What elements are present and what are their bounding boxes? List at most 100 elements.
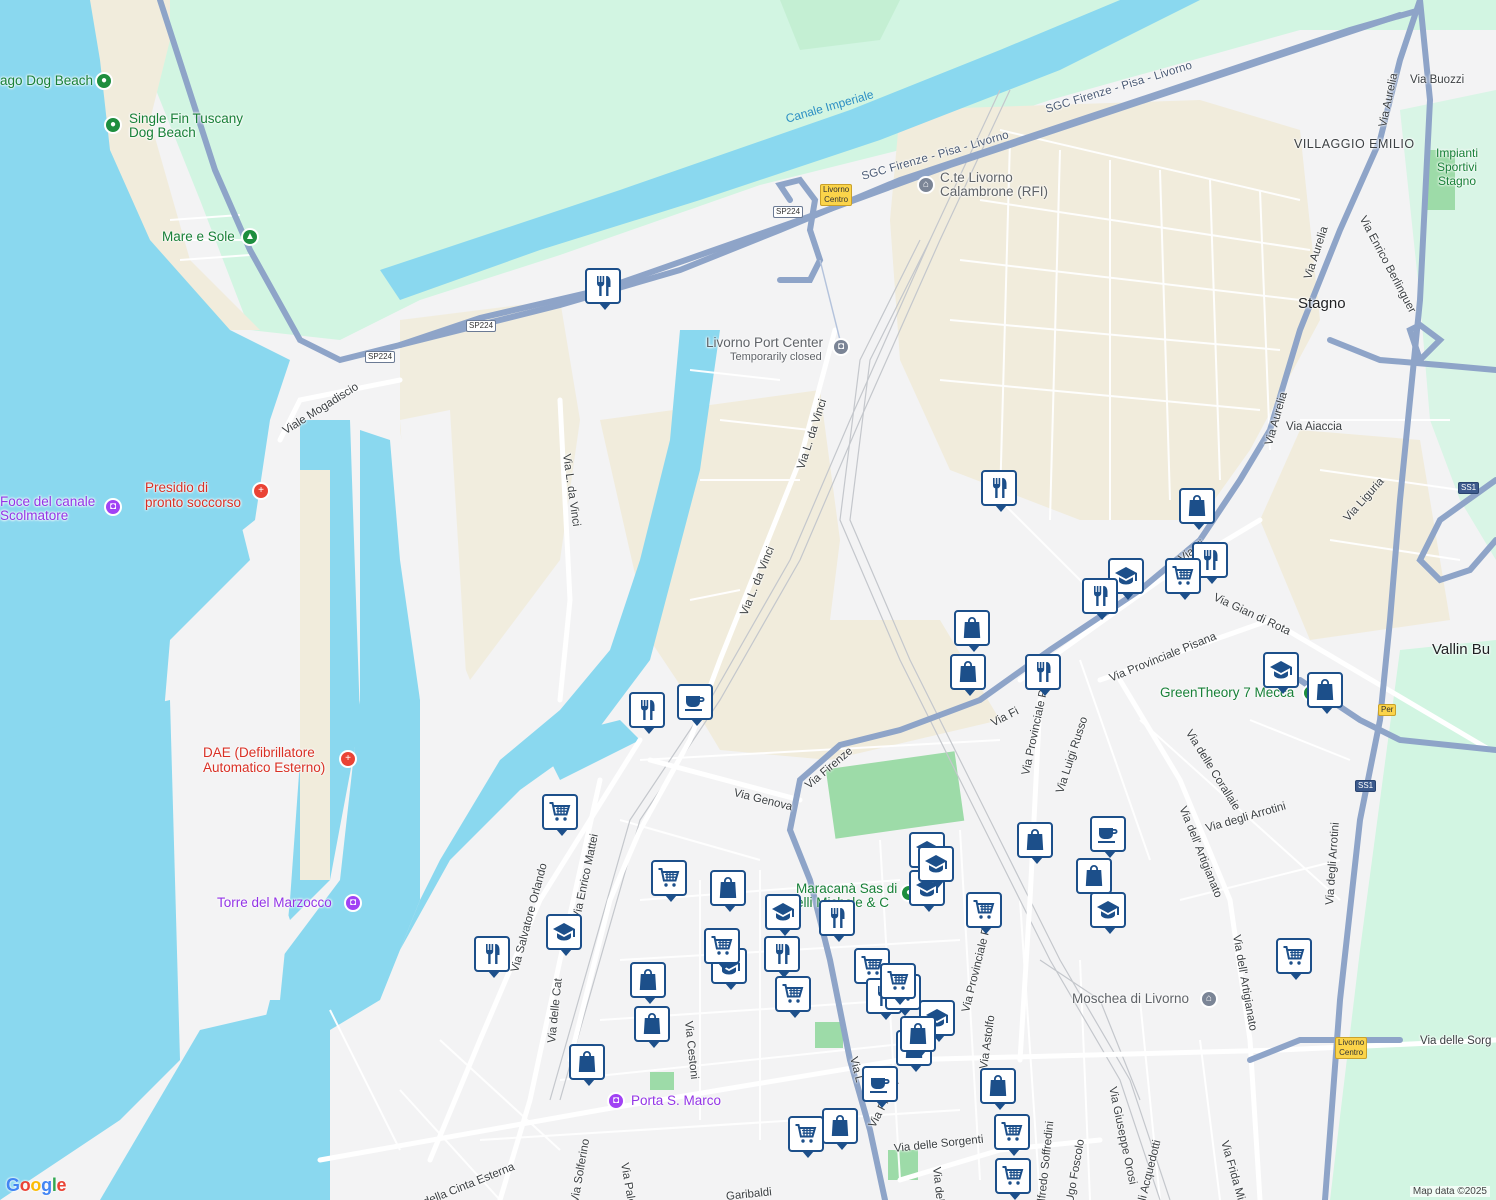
grocery-icon [548,800,572,824]
shopping-pin[interactable] [1179,488,1215,530]
grocery-pin[interactable] [788,1116,824,1158]
park-icon[interactable]: ● [104,116,122,134]
poi-label-port-center[interactable]: Livorno Port Center [706,336,823,350]
school-icon [552,920,576,944]
shopping-pin[interactable] [710,870,746,912]
shopping-pin[interactable] [1017,822,1053,864]
school-pin[interactable] [765,894,801,936]
route-shield-sp224: SP224 [466,320,497,332]
shopping-pin[interactable] [980,1068,1016,1110]
restaurant-pin[interactable] [1082,578,1118,620]
poi-label-foce[interactable]: Foce del canale Scolmatore [0,495,95,523]
poi-label-dog-beach[interactable]: ago Dog Beach [0,74,93,88]
cafe-pin[interactable] [1090,816,1126,858]
grocery-pin[interactable] [995,1158,1031,1200]
camera-icon[interactable]: ◘ [344,894,362,912]
poi-label-greentheory[interactable]: GreenTheory 7 Mecca [1160,686,1294,700]
shopping-pin[interactable] [634,1006,670,1048]
camera-icon[interactable]: ◘ [832,338,850,356]
shopping-icon [906,1022,930,1046]
grocery-icon [886,969,910,993]
grocery-pin[interactable] [651,860,687,902]
route-shield-livorno-centro: Livorno Centro [820,184,853,206]
road-label-sorgenti2: Via delle Sorg [1420,1035,1492,1047]
cafe-icon [868,1072,892,1096]
school-pin[interactable] [1263,652,1299,694]
restaurant-icon [591,274,615,298]
grocery-pin[interactable] [704,928,740,970]
restaurant-pin[interactable] [1025,654,1061,696]
grocery-pin[interactable] [542,794,578,836]
shopping-icon [575,1050,599,1074]
shopping-icon [1313,678,1337,702]
shopping-pin[interactable] [1307,672,1343,714]
grocery-pin[interactable] [966,892,1002,934]
poi-label-torre[interactable]: Torre del Marzocco [217,896,332,910]
route-shield-sp224: SP224 [773,206,804,218]
shopping-pin[interactable] [1076,858,1112,900]
restaurant-pin[interactable] [474,936,510,978]
restaurant-icon [987,476,1011,500]
camera-icon[interactable]: ◘ [104,498,122,516]
shopping-pin[interactable] [954,610,990,652]
school-pin[interactable] [546,914,582,956]
shopping-pin[interactable] [822,1108,858,1150]
map-attribution: Map data ©2025 [1409,1186,1490,1197]
shopping-icon [828,1114,852,1138]
shopping-pin[interactable] [950,654,986,696]
map-canvas[interactable]: VILLAGGIO EMILIO Stagno Vallin Bu Impian… [0,0,1496,1200]
hospital-icon[interactable]: + [252,482,270,500]
school-icon [1096,898,1120,922]
cafe-icon [1096,822,1120,846]
restaurant-icon [770,942,794,966]
route-shield-ss1: SS1 [1458,482,1480,494]
shopping-icon [960,616,984,640]
worship-icon[interactable]: ⌂ [1200,990,1218,1008]
restaurant-pin[interactable] [629,692,665,734]
shopping-pin[interactable] [569,1044,605,1086]
restaurant-icon [635,698,659,722]
poi-label-mare-sole[interactable]: Mare e Sole [162,230,235,244]
grocery-icon [1000,1120,1024,1144]
restaurant-pin[interactable] [819,900,855,942]
shopping-pin[interactable] [900,1016,936,1058]
restaurant-icon [480,942,504,966]
shopping-icon [716,876,740,900]
restaurant-pin[interactable] [764,936,800,978]
cafe-pin[interactable] [677,684,713,726]
school-pin[interactable] [1090,892,1126,934]
poi-label-single-fin[interactable]: Single Fin Tuscany Dog Beach [129,112,243,140]
poi-label-cte[interactable]: C.te Livorno Calambrone (RFI) [940,171,1048,199]
poi-label-porta[interactable]: Porta S. Marco [631,1094,721,1108]
poi-label-presidio[interactable]: Presidio di pronto soccorso [145,480,241,510]
restaurant-pin[interactable] [981,470,1017,512]
grocery-pin[interactable] [775,976,811,1018]
campground-icon[interactable]: ▲ [241,228,259,246]
grocery-icon [657,866,681,890]
grocery-pin[interactable] [1276,938,1312,980]
grocery-icon [1171,564,1195,588]
shopping-pin[interactable] [630,962,666,1004]
restaurant-icon [1198,548,1222,572]
place-label-villaggio-emilio: VILLAGGIO EMILIO [1294,137,1415,151]
museum-icon[interactable]: ⌂ [917,176,935,194]
restaurant-pin[interactable] [585,268,621,310]
grocery-icon [1001,1164,1025,1188]
camera-icon[interactable]: ◘ [607,1092,625,1110]
grocery-icon [781,982,805,1006]
grocery-pin[interactable] [880,963,916,1005]
poi-label-moschea[interactable]: Moschea di Livorno [1072,992,1189,1006]
cafe-pin[interactable] [862,1066,898,1108]
shopping-icon [1023,828,1047,852]
grocery-pin[interactable] [1165,558,1201,600]
grocery-pin[interactable] [994,1114,1030,1156]
restaurant-icon [1088,584,1112,608]
poi-label-dae[interactable]: DAE (Defibrillatore Automatico Esterno) [203,745,325,775]
park-icon[interactable]: ● [95,72,113,90]
poi-status-port-center: Temporarily closed [730,351,822,363]
route-shield-sp224: SP224 [365,351,396,363]
restaurant-icon [1031,660,1055,684]
grocery-icon [972,898,996,922]
school-pin[interactable] [918,846,954,888]
hospital-icon[interactable]: + [339,750,357,768]
